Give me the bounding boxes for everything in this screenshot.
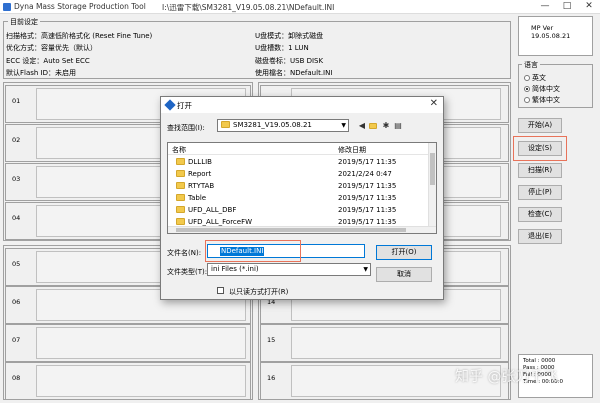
horizontal-scrollbar[interactable] xyxy=(168,226,436,233)
up-folder-icon[interactable] xyxy=(369,121,379,130)
slot-number: 02 xyxy=(12,136,21,144)
mp-version: MP Ver 19.05.08.21 xyxy=(531,24,571,40)
radio-icon[interactable] xyxy=(524,97,530,103)
slot-number: 04 xyxy=(12,214,21,222)
slot-panel xyxy=(36,327,246,359)
maximize-icon[interactable]: □ xyxy=(556,0,578,14)
setting-line: 默认Flash ID：未启用 xyxy=(6,69,77,77)
chevron-down-icon: ▼ xyxy=(363,266,368,273)
language-group-label: 语言 xyxy=(522,60,540,70)
close-icon[interactable]: ✕ xyxy=(578,0,600,14)
file-list[interactable]: 名称 修改日期 DLLLIB 2019/5/17 11:35 Report 2021… xyxy=(167,142,437,234)
app-icon xyxy=(3,3,11,11)
highlight-annotation xyxy=(205,240,301,262)
scan-button[interactable]: 扫描(R) xyxy=(518,163,562,178)
slot-panel xyxy=(36,365,246,397)
file-row[interactable]: Table 2019/5/17 11:35 xyxy=(168,192,436,204)
open-button[interactable]: 打开(O) xyxy=(376,245,432,260)
minimize-icon[interactable]: — xyxy=(534,0,556,14)
dialog-title-bar: 打开 ✕ xyxy=(161,97,443,113)
slot-number: 16 xyxy=(267,374,276,382)
column-date[interactable]: 修改日期 xyxy=(338,145,366,155)
file-list-header: 名称 修改日期 xyxy=(168,143,436,155)
folder-icon xyxy=(176,182,185,189)
window-path: I:\迅雷下载\SM3281_V19.05.08.21\NDefault.INI xyxy=(162,3,335,12)
file-row[interactable]: DLLLIB 2019/5/17 11:35 xyxy=(168,156,436,168)
slot-08: 08 xyxy=(5,362,251,400)
settings-button[interactable]: 设定(S) xyxy=(513,136,567,161)
watermark: 知乎 @张刀千飞 xyxy=(455,369,558,385)
settings-group-label: 目前设定 xyxy=(8,17,40,27)
new-folder-icon[interactable]: ✱ xyxy=(381,121,391,130)
readonly-label: 以只读方式打开(R) xyxy=(229,288,289,296)
language-option-simplified-chinese[interactable]: 简体中文 xyxy=(524,84,560,94)
lookin-dropdown[interactable]: SM3281_V19.05.08.21 ▼ xyxy=(217,119,349,132)
setting-line: U盘槽数：1 LUN xyxy=(255,44,309,52)
app-title: Dyna Mass Storage Production Tool xyxy=(14,2,146,11)
exit-button[interactable]: 退出(E) xyxy=(518,229,562,244)
mp-version-box: MP Ver 19.05.08.21 xyxy=(518,16,593,56)
setting-line: 扫描格式：高速低阶格式化 (Reset Fine Tune) xyxy=(6,32,153,40)
setting-line: U盘模式：卸除式磁盘 xyxy=(255,32,324,40)
slot-number: 03 xyxy=(12,175,21,183)
file-row[interactable]: RTYTAB 2019/5/17 11:35 xyxy=(168,180,436,192)
folder-icon xyxy=(176,218,185,225)
close-icon[interactable]: ✕ xyxy=(430,98,438,109)
open-file-dialog: 打开 ✕ 查找范围(I): SM3281_V19.05.08.21 ▼ ◀ ✱ … xyxy=(160,96,444,300)
dialog-title: 打开 xyxy=(177,101,192,110)
folder-icon xyxy=(176,158,185,165)
setting-line: 优化方式：容量优先（默认） xyxy=(6,44,97,52)
slot-number: 15 xyxy=(267,336,276,344)
file-row[interactable]: UFD_ALL_DBF 2019/5/17 11:35 xyxy=(168,204,436,216)
lookin-label: 查找范围(I): xyxy=(167,124,205,132)
check-button[interactable]: 检查(C) xyxy=(518,207,562,222)
chevron-down-icon: ▼ xyxy=(341,122,346,129)
slot-number: 08 xyxy=(12,374,21,382)
start-button[interactable]: 开始(A) xyxy=(518,118,562,133)
slot-number: 07 xyxy=(12,336,21,344)
slot-number: 06 xyxy=(12,298,21,306)
language-option-english[interactable]: 英文 xyxy=(524,73,546,83)
folder-icon xyxy=(176,170,185,177)
setting-line: 磁盘卷标：USB DISK xyxy=(255,57,324,65)
title-bar: Dyna Mass Storage Production Tool I:\迅雷下… xyxy=(0,0,600,14)
vertical-scrollbar[interactable] xyxy=(428,143,436,233)
slot-panel xyxy=(291,327,501,359)
folder-icon xyxy=(221,121,230,128)
language-option-traditional-chinese[interactable]: 繁体中文 xyxy=(524,95,560,105)
total-count: Total : 0000 xyxy=(523,358,556,364)
setting-line: ECC 设定：Auto Set ECC xyxy=(6,57,90,65)
radio-selected-icon[interactable] xyxy=(524,86,530,92)
column-name[interactable]: 名称 xyxy=(172,145,186,155)
slot-07: 07 xyxy=(5,324,251,362)
slot-15: 15 xyxy=(260,324,509,362)
slot-number: 05 xyxy=(12,260,21,268)
slot-number: 01 xyxy=(12,97,21,105)
setting-line: 使用檔名：NDefault.INI xyxy=(255,69,333,77)
back-folder-icon[interactable]: ◀ xyxy=(357,121,367,130)
filetype-dropdown[interactable]: ini Files (*.ini) ▼ xyxy=(207,263,371,276)
dialog-app-icon xyxy=(164,99,176,111)
folder-icon xyxy=(176,206,185,213)
stop-button[interactable]: 停止(P) xyxy=(518,185,562,200)
filetype-label: 文件类型(T): xyxy=(167,268,208,276)
cancel-button[interactable]: 取消 xyxy=(376,267,432,282)
file-row[interactable]: Report 2021/2/24 0:47 xyxy=(168,168,436,180)
filename-label: 文件名(N): xyxy=(167,249,202,257)
readonly-checkbox[interactable] xyxy=(217,287,224,294)
radio-icon[interactable] xyxy=(524,75,530,81)
folder-icon xyxy=(176,194,185,201)
view-menu-icon[interactable]: ▤ xyxy=(393,121,403,130)
